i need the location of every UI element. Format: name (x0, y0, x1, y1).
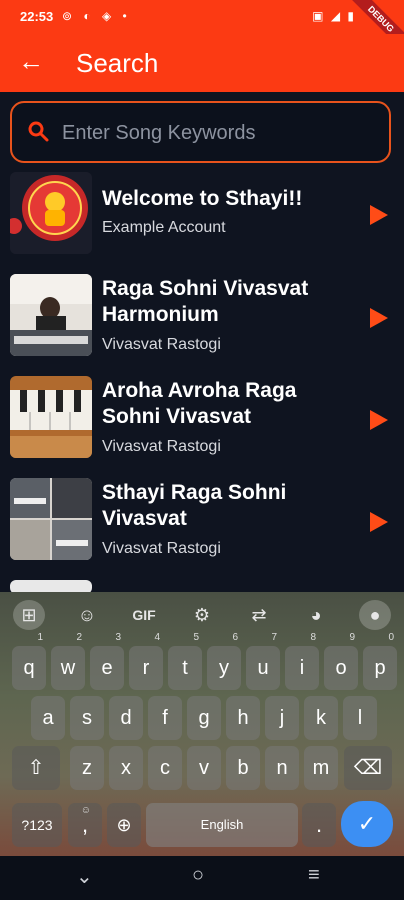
key-u[interactable]: 7u (246, 633, 280, 690)
sticker-icon[interactable]: ☺ (71, 600, 103, 630)
key-g[interactable]: g (187, 696, 221, 740)
nav-recents-icon[interactable]: ≡ (308, 864, 320, 887)
backspace-icon[interactable]: ⌫ (344, 746, 392, 790)
play-icon[interactable] (370, 308, 388, 328)
list-item[interactable]: Welcome to Sthayi!! Example Account (0, 172, 404, 272)
system-nav-bar: ⌄ ○ ≡ (0, 856, 404, 900)
song-thumbnail (10, 172, 92, 254)
key-e[interactable]: 3e (90, 633, 124, 690)
key-d[interactable]: d (109, 696, 143, 740)
play-icon[interactable] (370, 205, 388, 225)
key-l[interactable]: l (343, 696, 377, 740)
song-thumbnail (10, 376, 92, 458)
shift-key-icon[interactable]: ⇧ (12, 746, 60, 790)
song-title: Welcome to Sthayi!! (102, 187, 303, 210)
key-h[interactable]: h (226, 696, 260, 740)
search-field[interactable] (10, 101, 391, 163)
key-b[interactable]: b (226, 746, 260, 790)
key-f[interactable]: f (148, 696, 182, 740)
emoji-icon: ☺ (80, 805, 91, 816)
app-bar: ← Search (0, 34, 404, 92)
results-list: Welcome to Sthayi!! Example Account Raga… (0, 172, 404, 592)
key-m[interactable]: m (304, 746, 338, 790)
play-icon[interactable] (370, 410, 388, 430)
key-k[interactable]: k (304, 696, 338, 740)
song-title: Aroha Avroha Raga Sohni Vivasvat (102, 379, 297, 428)
song-artist: Vivasvat Rastogi (102, 336, 221, 353)
song-title: Sthayi Raga Sohni Vivasvat (102, 481, 287, 530)
song-artist: Vivasvat Rastogi (102, 438, 221, 455)
microphone-icon[interactable]: ● (359, 600, 391, 630)
key-q[interactable]: 1q (12, 633, 46, 690)
song-artist: Vivasvat Rastogi (102, 540, 221, 557)
song-thumbnail (10, 580, 92, 592)
soft-keyboard: ⊞ ☺ GIF ⚙ ⇄ ◕ ● 1q 2w 3e 4r 5t 6y 7u 8i … (0, 592, 404, 856)
back-arrow-icon[interactable]: ← (18, 46, 44, 76)
key-x[interactable]: x (109, 746, 143, 790)
translate-icon[interactable]: ⇄ (243, 600, 275, 630)
search-icon (28, 121, 49, 142)
notification-icons: ⊚ ◐ ◈ • (62, 9, 131, 23)
list-item[interactable]: Aroha Avroha Raga Sohni Vivasvat Vivasva… (0, 376, 404, 476)
period-key[interactable]: . (302, 803, 336, 847)
page-title: Search (76, 48, 159, 78)
song-artist: Example Account (102, 219, 226, 236)
settings-gear-icon[interactable]: ⚙ (186, 600, 218, 630)
song-thumbnail (10, 274, 92, 356)
key-w[interactable]: 2w (51, 633, 85, 690)
status-bar: 22:53 ⊚ ◐ ◈ • ▣ ◢ ▮ DEBUG (0, 0, 404, 56)
list-item[interactable]: Sthayi Raga Sohni Vivasvat Vivasvat Rast… (0, 478, 404, 578)
gif-button[interactable]: GIF (128, 600, 160, 630)
key-t[interactable]: 5t (168, 633, 202, 690)
comma-key[interactable]: ☺, (68, 803, 102, 847)
status-time: 22:53 (20, 9, 54, 24)
palette-icon[interactable]: ◕ (300, 600, 332, 630)
key-n[interactable]: n (265, 746, 299, 790)
key-z[interactable]: z (70, 746, 104, 790)
apps-grid-icon[interactable]: ⊞ (13, 600, 45, 630)
globe-icon[interactable]: ⊕ (107, 803, 141, 847)
nav-back-chevron-icon[interactable]: ⌄ (76, 864, 93, 889)
key-r[interactable]: 4r (129, 633, 163, 690)
key-v[interactable]: v (187, 746, 221, 790)
key-o[interactable]: 9o (324, 633, 358, 690)
nav-home-icon[interactable]: ○ (192, 864, 204, 887)
play-icon[interactable] (370, 512, 388, 532)
system-icons: ▣ ◢ ▮ (312, 9, 356, 23)
key-s[interactable]: s (70, 696, 104, 740)
key-a[interactable]: a (31, 696, 65, 740)
search-input[interactable] (60, 115, 384, 151)
key-i[interactable]: 8i (285, 633, 319, 690)
key-y[interactable]: 6y (207, 633, 241, 690)
done-check-icon[interactable]: ✓ (341, 801, 393, 847)
key-j[interactable]: j (265, 696, 299, 740)
song-thumbnail (10, 478, 92, 560)
symbols-key[interactable]: ?123 (12, 803, 62, 847)
song-title: Raga Sohni Vivasvat Harmonium (102, 277, 309, 326)
keyboard-toolbar: ⊞ ☺ GIF ⚙ ⇄ ◕ ● (0, 592, 404, 638)
list-item[interactable]: Raga Sohni Vivasvat Harmonium Vivasvat R… (0, 274, 404, 374)
space-bar[interactable]: English (146, 803, 298, 847)
key-c[interactable]: c (148, 746, 182, 790)
key-p[interactable]: 0p (363, 633, 397, 690)
